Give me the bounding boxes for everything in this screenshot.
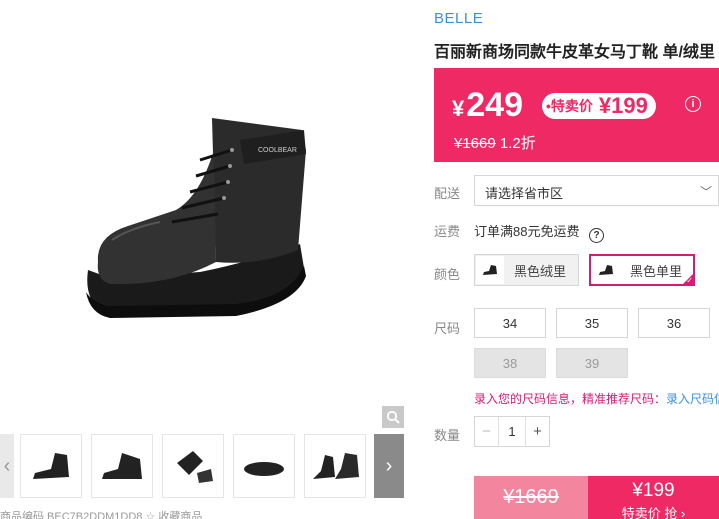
- original-price: ¥1669: [454, 135, 496, 152]
- original-price-button: ¥1669: [474, 476, 588, 519]
- buy-action-label: 特卖价 抢 ›: [621, 506, 686, 519]
- thumbnail[interactable]: [91, 434, 153, 498]
- thumb-prev-arrow[interactable]: ‹: [0, 434, 14, 498]
- size-option[interactable]: 35: [556, 308, 628, 338]
- sale-price-value: ¥199: [598, 93, 648, 118]
- quantity-decrease-button[interactable]: −: [475, 417, 499, 446]
- color-option-label: 黑色绒里: [514, 263, 567, 279]
- boot-image: COOLBEAR: [86, 118, 306, 318]
- thumb-next-arrow[interactable]: ›: [374, 434, 404, 498]
- delivery-label: 配送: [434, 186, 461, 201]
- color-option-single[interactable]: 黑色单里 ✓: [589, 254, 695, 286]
- original-price-row: ¥1669 1.2折: [454, 132, 536, 153]
- info-icon[interactable]: i: [685, 96, 701, 112]
- size-option[interactable]: 34: [474, 308, 546, 338]
- sale-price-label: •特卖价: [546, 98, 593, 114]
- size-fit-text: 录入您的尺码信息，精准推荐尺码：: [474, 392, 667, 406]
- size-option-unavailable[interactable]: 39: [556, 348, 628, 378]
- size-fit-prompt: 录入您的尺码信息，精准推荐尺码：录入尺码信: [474, 390, 719, 407]
- quantity-increase-button[interactable]: +: [525, 417, 549, 446]
- quantity-label: 数量: [434, 428, 461, 443]
- thumbnail[interactable]: [233, 434, 295, 498]
- shipping-label: 运费: [434, 224, 461, 239]
- color-option-label: 黑色单里: [630, 263, 683, 279]
- sale-price-badge: •特卖价 ¥199: [542, 93, 656, 119]
- checkmark-icon: ✓: [686, 276, 693, 285]
- gallery-footer-text: 商品编码 BEC7B2DDM1DD8 ☆ 收藏商品: [0, 511, 203, 519]
- shipping-text: 订单满88元免运费: [474, 224, 580, 239]
- quantity-stepper: − 1 +: [474, 416, 550, 447]
- boot-swatch-icon: [476, 256, 504, 284]
- boot-thumbnail-image: [102, 453, 142, 479]
- region-select[interactable]: 请选择省市区 ﹀: [474, 175, 719, 206]
- thumbnail[interactable]: [20, 434, 82, 498]
- current-price-value: 249: [466, 86, 523, 124]
- buy-now-button[interactable]: ¥199 特卖价 抢 ›: [588, 476, 719, 519]
- quantity-input[interactable]: 1: [499, 417, 525, 446]
- boot-thumbnail-image: [33, 453, 69, 479]
- buy-original-price: ¥1669: [503, 486, 559, 508]
- help-icon[interactable]: ?: [589, 228, 605, 243]
- zoom-button[interactable]: [382, 406, 404, 428]
- current-price: ¥249: [452, 86, 523, 125]
- size-option[interactable]: 36: [638, 308, 710, 338]
- product-title: 百丽新商场同款牛皮革女马丁靴 单/绒里: [434, 44, 715, 61]
- brand-name[interactable]: BELLE: [434, 10, 483, 27]
- boot-thumbnail-image: [177, 451, 213, 483]
- discount-label: 1.2折: [499, 135, 536, 152]
- shipping-info: 订单满88元免运费 ?: [474, 221, 605, 243]
- product-main-image[interactable]: COOLBEAR: [0, 0, 404, 432]
- size-fit-link[interactable]: 录入尺码信: [666, 392, 719, 406]
- boot-swatch-icon: [592, 256, 620, 284]
- size-option-unavailable[interactable]: 38: [474, 348, 546, 378]
- thumbnail[interactable]: [304, 434, 366, 498]
- magnifier-icon: [386, 410, 400, 424]
- size-label: 尺码: [434, 321, 461, 336]
- color-option-plush[interactable]: 黑色绒里: [474, 254, 579, 286]
- boot-thumbnail-image: [313, 453, 359, 479]
- svg-text:COOLBEAR: COOLBEAR: [258, 147, 297, 154]
- chevron-left-icon: ‹: [3, 454, 11, 477]
- thumbnail[interactable]: [162, 434, 224, 498]
- thumbnail-strip: ‹ ›: [0, 434, 404, 498]
- boot-thumbnail-image: [244, 462, 284, 476]
- color-label: 颜色: [434, 267, 461, 282]
- chevron-right-icon: ›: [385, 454, 393, 477]
- region-select-value: 请选择省市区: [485, 186, 564, 201]
- original-price-value: 1669: [462, 135, 496, 152]
- buy-sale-price: ¥199: [632, 480, 675, 501]
- price-panel: ¥249 •特卖价 ¥199 i ¥1669 1.2折: [434, 68, 719, 162]
- chevron-down-icon: ﹀: [699, 185, 712, 199]
- currency-symbol: ¥: [452, 96, 465, 121]
